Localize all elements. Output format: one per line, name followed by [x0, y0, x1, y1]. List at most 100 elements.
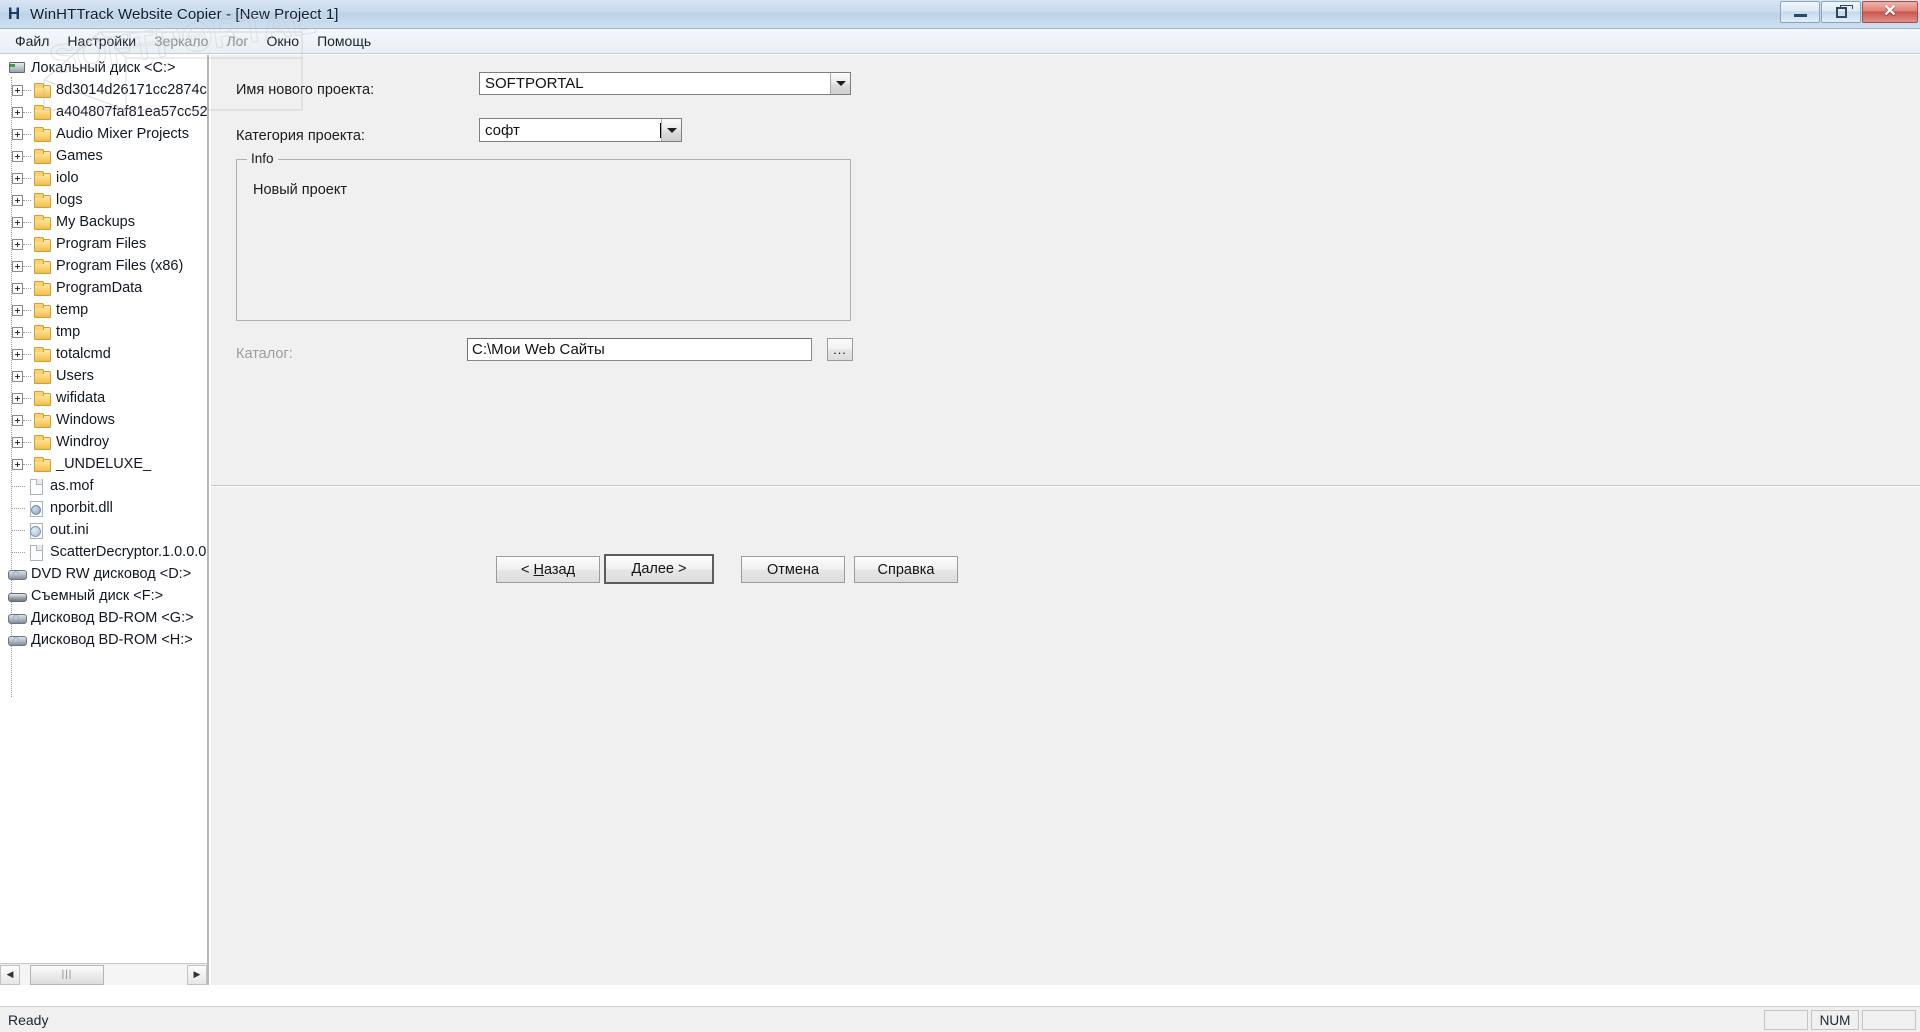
- tree-item[interactable]: Program Files: [0, 233, 207, 255]
- cancel-button[interactable]: Отмена: [741, 556, 845, 583]
- expand-plus-icon[interactable]: [12, 84, 23, 96]
- tree-item[interactable]: Program Files (x86): [0, 255, 207, 277]
- close-button[interactable]: ✕: [1862, 1, 1918, 23]
- tree-item-label: 8d3014d26171cc2874c: [56, 82, 207, 98]
- project-category-input[interactable]: софт: [480, 122, 661, 139]
- tree-item-label: Program Files (x86): [56, 258, 184, 274]
- menu-item-help[interactable]: Помощь: [308, 30, 380, 52]
- tree-item[interactable]: My Backups: [0, 211, 207, 233]
- project-name-input[interactable]: SOFTPORTAL: [480, 75, 830, 92]
- tree-item[interactable]: ScatterDecryptor.1.0.0.0: [0, 541, 207, 563]
- tree-item[interactable]: Дисковод BD-ROM <H:>: [0, 629, 207, 651]
- tree-item[interactable]: Audio Mixer Projects: [0, 123, 207, 145]
- expand-plus-icon[interactable]: [12, 260, 23, 272]
- status-indicator-panes: NUM: [1764, 1010, 1916, 1030]
- arrow-left-icon[interactable]: ◀: [0, 964, 20, 985]
- tree-connector-dots: [23, 419, 31, 421]
- menu-item-settings[interactable]: Настройки: [58, 30, 145, 52]
- window-titlebar: H WinHTTrack Website Copier - [New Proje…: [0, 0, 1920, 29]
- tree-item[interactable]: DVD RW дисковод <D:>: [0, 563, 207, 585]
- expand-plus-icon[interactable]: [12, 326, 23, 338]
- folder-icon: [33, 412, 51, 428]
- tree-item-label: Windows: [56, 412, 115, 428]
- minimize-button[interactable]: [1780, 1, 1820, 23]
- expand-plus-icon[interactable]: [12, 150, 23, 162]
- expand-plus-icon[interactable]: [12, 216, 23, 228]
- expand-plus-icon[interactable]: [12, 348, 23, 360]
- menu-item-file[interactable]: Файл: [6, 30, 58, 52]
- menu-item-mirror[interactable]: Зеркало: [145, 30, 217, 52]
- tree-item[interactable]: iolo: [0, 167, 207, 189]
- tree-item-root[interactable]: Локальный диск <C:>: [0, 57, 207, 79]
- tree-item[interactable]: Users: [0, 365, 207, 387]
- scrollbar-thumb[interactable]: |||: [30, 964, 104, 985]
- expand-plus-icon[interactable]: [12, 282, 23, 294]
- tree-item-label: temp: [56, 302, 89, 318]
- expand-plus-icon[interactable]: [12, 370, 23, 382]
- expand-plus-icon[interactable]: [12, 414, 23, 426]
- directory-tree-panel[interactable]: Локальный диск <C:> 8d3014d26171cc2874c a…: [0, 55, 209, 985]
- back-button[interactable]: < Назад: [496, 556, 600, 583]
- dll-file-icon: [27, 500, 45, 517]
- tree-item-list[interactable]: 8d3014d26171cc2874c a404807faf81ea57cc52 A…: [0, 79, 208, 651]
- tree-item[interactable]: nporbit.dll: [0, 497, 207, 519]
- status-message: Ready: [8, 1011, 49, 1028]
- tree-item-label: Дисковод BD-ROM <H:>: [31, 632, 193, 648]
- folder-icon: [33, 214, 51, 230]
- tree-item[interactable]: _UNDELUXE_: [0, 453, 207, 475]
- expand-plus-icon[interactable]: [12, 436, 23, 448]
- tree-horizontal-scrollbar[interactable]: ◀ ||| ▶: [0, 963, 207, 985]
- tree-item-label: a404807faf81ea57cc52: [56, 104, 208, 120]
- next-button[interactable]: Далее >: [604, 554, 714, 584]
- arrow-right-icon[interactable]: ▶: [187, 964, 207, 985]
- project-name-combo[interactable]: SOFTPORTAL: [479, 72, 851, 95]
- tree-item[interactable]: temp: [0, 299, 207, 321]
- help-button[interactable]: Справка: [854, 556, 958, 583]
- tree-item[interactable]: logs: [0, 189, 207, 211]
- tree-item-label: Users: [56, 368, 94, 384]
- expand-plus-icon[interactable]: [12, 458, 23, 470]
- menu-item-log[interactable]: Лог: [217, 30, 257, 52]
- tree-item[interactable]: wifidata: [0, 387, 207, 409]
- window-title: WinHTTrack Website Copier - [New Project…: [30, 5, 339, 23]
- expand-plus-icon[interactable]: [12, 392, 23, 404]
- folder-icon: [33, 390, 51, 406]
- tree-item[interactable]: Windroy: [0, 431, 207, 453]
- project-category-combo[interactable]: софт: [479, 118, 682, 142]
- tree-connector-dots: [12, 529, 25, 531]
- tree-item[interactable]: totalcmd: [0, 343, 207, 365]
- status-pane-3: [1862, 1010, 1916, 1030]
- tree-item-label: totalcmd: [56, 346, 111, 362]
- folder-icon: [33, 236, 51, 252]
- tree-item[interactable]: Дисковод BD-ROM <G:>: [0, 607, 207, 629]
- tree-item[interactable]: a404807faf81ea57cc52: [0, 101, 208, 123]
- scrollbar-track[interactable]: |||: [20, 964, 187, 985]
- tree-item[interactable]: as.mof: [0, 475, 207, 497]
- directory-tree[interactable]: Локальный диск <C:> 8d3014d26171cc2874c a…: [0, 55, 208, 955]
- maximize-button[interactable]: [1821, 1, 1861, 23]
- project-name-dropdown-button[interactable]: [830, 73, 850, 94]
- tree-item[interactable]: ProgramData: [0, 277, 207, 299]
- menu-item-window[interactable]: Окно: [258, 30, 309, 52]
- expand-plus-icon[interactable]: [12, 172, 23, 184]
- tree-item[interactable]: Games: [0, 145, 207, 167]
- window-controls: ✕: [1780, 1, 1918, 23]
- project-category-dropdown-button[interactable]: [661, 119, 681, 141]
- tree-connector-dots: [23, 265, 31, 267]
- expand-plus-icon[interactable]: [12, 194, 23, 206]
- tree-item-label: Дисковод BD-ROM <G:>: [31, 610, 194, 626]
- button-bar-separator: [211, 485, 1920, 487]
- tree-connector-dots: [12, 507, 25, 509]
- tree-item[interactable]: tmp: [0, 321, 207, 343]
- expand-plus-icon[interactable]: [12, 106, 23, 118]
- expand-plus-icon[interactable]: [12, 238, 23, 250]
- tree-item[interactable]: Windows: [0, 409, 207, 431]
- catalog-path-input[interactable]: C:\Мои Web Сайты: [467, 338, 812, 361]
- status-pane-1: [1764, 1010, 1808, 1030]
- expand-plus-icon[interactable]: [12, 304, 23, 316]
- tree-item[interactable]: 8d3014d26171cc2874c: [0, 79, 207, 101]
- tree-item[interactable]: Съемный диск <F:>: [0, 585, 207, 607]
- tree-item[interactable]: out.ini: [0, 519, 207, 541]
- catalog-browse-button[interactable]: ...: [827, 338, 853, 361]
- expand-plus-icon[interactable]: [12, 128, 23, 140]
